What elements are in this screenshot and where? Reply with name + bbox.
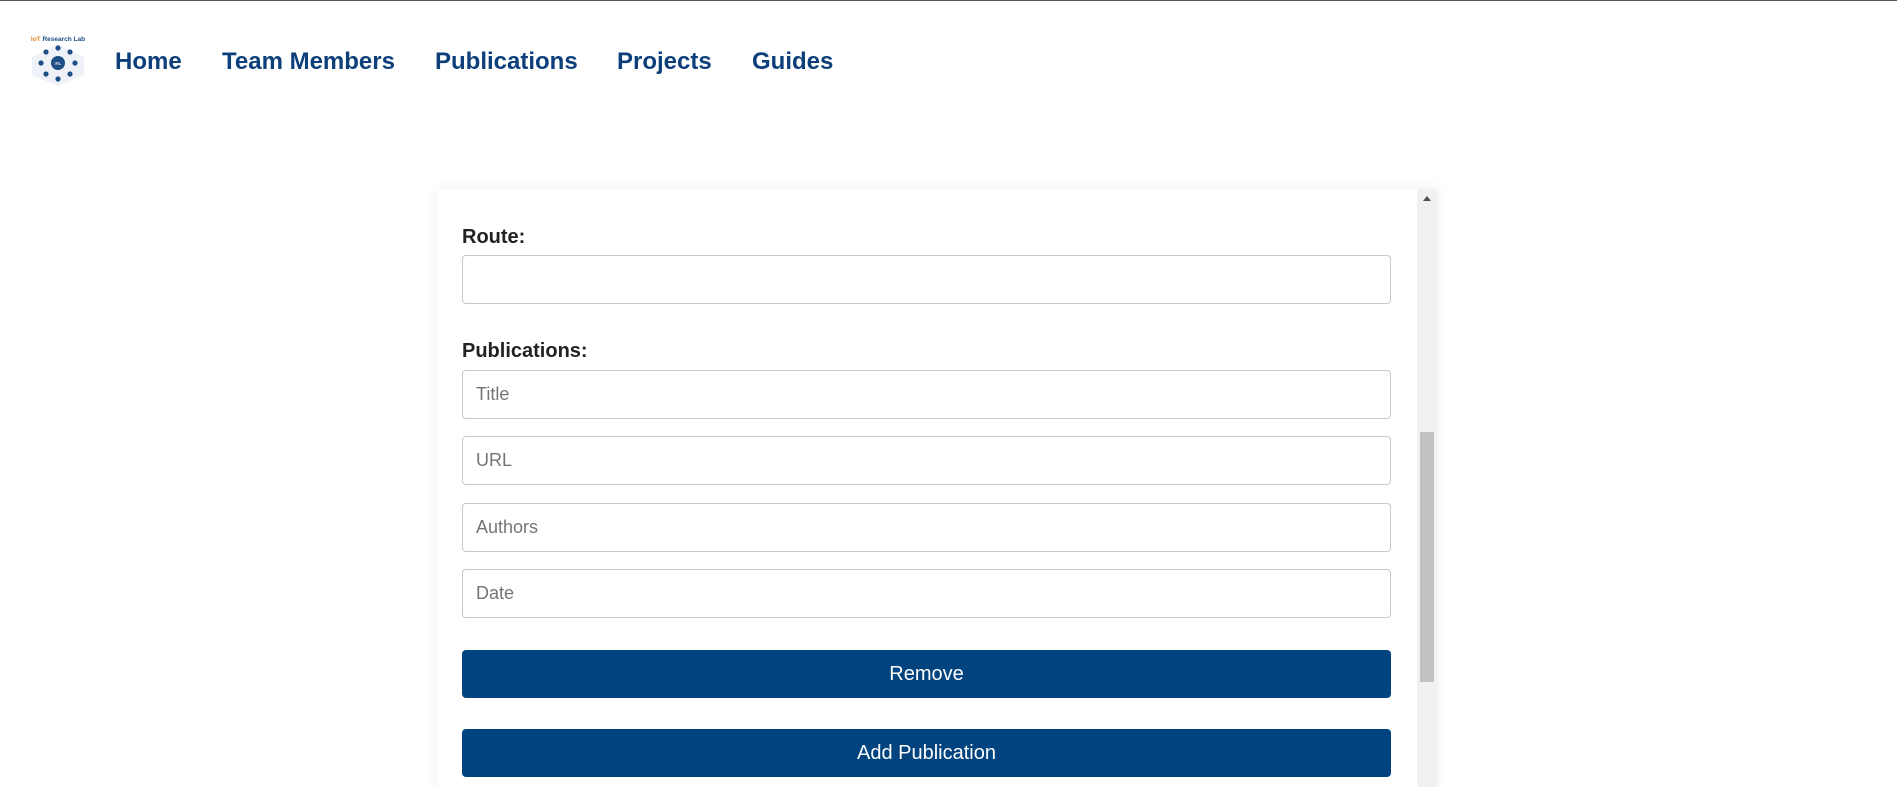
form-scrollbar[interactable] bbox=[1417, 189, 1437, 787]
publications-label: Publications: bbox=[462, 340, 588, 362]
publication-authors-input[interactable] bbox=[462, 503, 1391, 552]
svg-text:IRL: IRL bbox=[54, 61, 62, 66]
nav-guides-link[interactable]: Guides bbox=[752, 48, 833, 76]
lab-logo[interactable]: IoT Research Lab IRL bbox=[22, 34, 94, 86]
scrollbar-thumb[interactable] bbox=[1420, 432, 1434, 682]
publication-url-input[interactable] bbox=[462, 436, 1391, 485]
edit-form-panel: Route: Publications: Remove Add Publicat… bbox=[437, 189, 1437, 787]
svg-text:IoT Research Lab: IoT Research Lab bbox=[31, 36, 85, 43]
remove-publication-button[interactable]: Remove bbox=[462, 650, 1391, 698]
form-scroll-content: Route: Publications: Remove Add Publicat… bbox=[437, 189, 1417, 787]
nav-projects-link[interactable]: Projects bbox=[617, 48, 712, 76]
route-input[interactable] bbox=[462, 255, 1391, 304]
route-label: Route: bbox=[462, 226, 526, 248]
add-publication-button[interactable]: Add Publication bbox=[462, 729, 1391, 777]
triangle-up-icon[interactable] bbox=[1417, 189, 1437, 209]
top-navbar: IoT Research Lab IRL Home Team Members P… bbox=[0, 1, 1897, 121]
publication-date-input[interactable] bbox=[462, 569, 1391, 618]
nav-team-members-link[interactable]: Team Members bbox=[222, 48, 395, 76]
nav-publications-link[interactable]: Publications bbox=[435, 48, 578, 76]
publication-title-input[interactable] bbox=[462, 370, 1391, 419]
nav-home-link[interactable]: Home bbox=[115, 48, 182, 76]
